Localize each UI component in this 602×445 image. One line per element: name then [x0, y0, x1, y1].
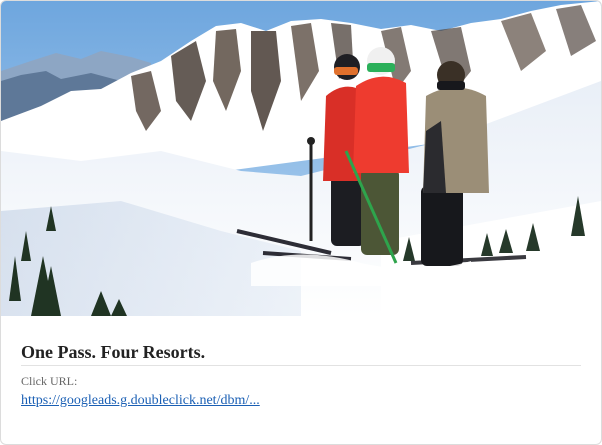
ad-hero-image[interactable] [1, 1, 601, 316]
ad-details: One Pass. Four Resorts. Click URL: https… [21, 341, 581, 409]
ski-scene-illustration [1, 1, 601, 316]
click-url-link[interactable]: https://googleads.g.doubleclick.net/dbm/… [21, 393, 260, 409]
click-url-label: Click URL: [21, 374, 78, 388]
ad-card: One Pass. Four Resorts. Click URL: https… [0, 0, 602, 445]
ad-headline: One Pass. Four Resorts. [21, 342, 206, 362]
divider [21, 365, 581, 366]
